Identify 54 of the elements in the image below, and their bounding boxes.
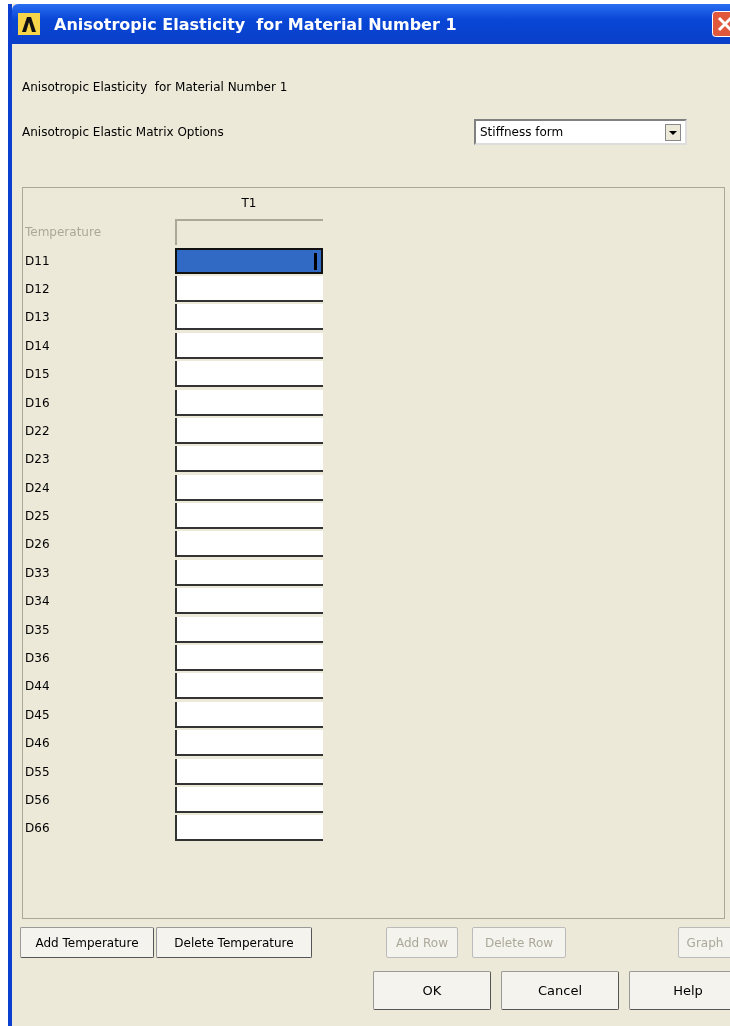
dialog-button[interactable]: Help: [629, 971, 730, 1010]
input-field[interactable]: [175, 304, 323, 331]
row-label: D56: [24, 793, 51, 807]
input-field[interactable]: [175, 417, 323, 444]
row-label: D44: [24, 679, 51, 694]
input-field[interactable]: [175, 588, 323, 615]
input-field[interactable]: [175, 247, 323, 274]
row-label: D35: [24, 622, 51, 637]
input-field[interactable]: [175, 503, 323, 530]
row-label: D13: [24, 310, 51, 325]
dialog-heading: Anisotropic Elasticity for Material Number 1: [22, 80, 289, 94]
input-field[interactable]: [175, 559, 323, 586]
row-label: D16: [24, 395, 51, 410]
input-field[interactable]: [175, 701, 323, 728]
input-field[interactable]: [175, 616, 323, 643]
input-field[interactable]: [175, 758, 323, 785]
row-label: D12: [24, 281, 51, 296]
row-label: D55: [24, 764, 51, 779]
window-title: Anisotropic Elasticity for Material Number 1: [54, 14, 457, 34]
input-field[interactable]: [175, 787, 323, 813]
form-dropdown[interactable]: Stiffness form: [474, 119, 687, 145]
column-header: T1: [240, 196, 258, 212]
table-button[interactable]: Add Temperature: [20, 927, 154, 958]
dialog-button[interactable]: Cancel: [501, 971, 619, 1010]
row-label: D46: [24, 736, 51, 751]
input-field[interactable]: [175, 815, 323, 842]
dialog-button[interactable]: OK: [373, 971, 491, 1010]
table-button[interactable]: Delete Temperature: [156, 927, 312, 958]
row-label: D11: [24, 253, 51, 268]
row-label: D24: [24, 480, 51, 495]
input-field[interactable]: [175, 730, 323, 757]
row-label: D15: [24, 367, 51, 382]
option-label: Anisotropic Elastic Matrix Options: [22, 125, 225, 139]
input-field[interactable]: [175, 332, 323, 359]
input-field[interactable]: [175, 531, 323, 558]
row-label: D14: [24, 338, 51, 353]
row-label: D23: [24, 452, 51, 467]
row-label: D34: [24, 594, 51, 609]
input-field[interactable]: [175, 673, 323, 700]
input-field[interactable]: [175, 446, 323, 473]
input-field[interactable]: [175, 474, 323, 501]
input-field[interactable]: [175, 389, 323, 416]
row-label: D45: [24, 707, 51, 722]
row-label: D25: [24, 509, 51, 524]
row-label: Temperature: [24, 225, 102, 240]
row-label: D26: [24, 537, 51, 552]
input-field[interactable]: [175, 275, 323, 302]
row-label: D66: [24, 821, 51, 836]
input-field[interactable]: [175, 645, 323, 672]
row-label: D22: [24, 423, 51, 438]
row-label: D33: [24, 565, 51, 580]
row-label: D36: [24, 651, 51, 666]
input-field[interactable]: [175, 361, 323, 388]
app-logo-icon: [18, 13, 40, 35]
